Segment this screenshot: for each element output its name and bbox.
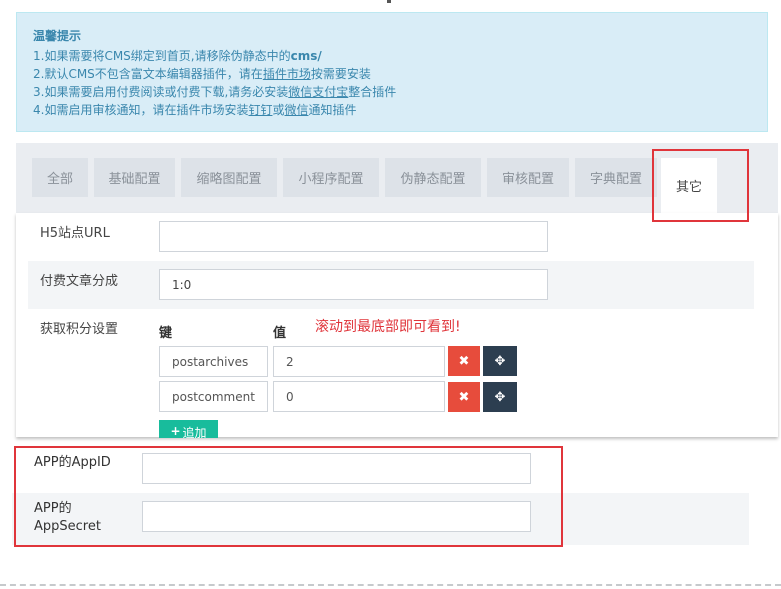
scroll-hint-annotation: 滚动到最底部即可看到! [315, 319, 461, 335]
tips-text: 3.如果需要启用付费阅读或付费下载,请务必安装 [33, 85, 289, 99]
value-column-header: 值 [273, 326, 287, 341]
tips-line-3: 3.如果需要启用付费阅读或付费下载,请务必安装微信支付宝整合插件 [33, 83, 751, 101]
tips-text: 整合插件 [348, 85, 397, 99]
tips-title: 温馨提示 [33, 29, 82, 43]
revenue-split-input[interactable]: 1:0 [159, 269, 548, 300]
delete-row-button[interactable]: ✖ [448, 382, 480, 412]
app-id-label: APP的AppID [34, 455, 111, 470]
tips-line-2: 2.默认CMS不包含富文本编辑器插件，请在插件市场按需要安装 [33, 65, 751, 83]
tips-text: 或 [272, 103, 285, 117]
close-icon: ✖ [458, 389, 470, 405]
tab-miniprogram-config[interactable]: 小程序配置 [283, 158, 379, 197]
tips-line-4: 4.如需启用审核通知，请在插件市场安装钉钉或微信通知插件 [33, 101, 751, 119]
wechat-alipay-link[interactable]: 微信支付宝 [288, 85, 348, 99]
score-value-input[interactable]: 2 [273, 346, 445, 377]
score-value-input[interactable]: 0 [273, 381, 445, 412]
app-settings-section: APP的AppID APP的 AppSecret [12, 443, 749, 545]
tab-review-config[interactable]: 审核配置 [487, 158, 569, 197]
plugin-market-link[interactable]: 插件市场 [263, 67, 311, 81]
drag-row-button[interactable]: ✥ [483, 382, 517, 412]
form-row-app-id: APP的AppID [12, 443, 749, 493]
close-icon: ✖ [458, 353, 470, 369]
revenue-split-label: 付费文章分成 [40, 274, 119, 289]
move-icon: ✥ [494, 389, 506, 405]
add-row-label: 追加 [182, 426, 207, 438]
plus-icon: + [170, 424, 181, 438]
app-id-input[interactable] [142, 453, 531, 484]
app-secret-label-line2: AppSecret [34, 519, 101, 534]
tab-dictionary-config[interactable]: 字典配置 [575, 158, 657, 197]
score-settings-label: 获取积分设置 [40, 322, 119, 337]
config-tabs: 全部 基础配置 缩略图配置 小程序配置 伪静态配置 审核配置 字典配置 其它 [16, 143, 778, 213]
tips-alert: 温馨提示 1.如果需要将CMS绑定到首页,请移除伪静态中的cms/ 2.默认CM… [16, 12, 768, 132]
wechat-link[interactable]: 微信 [284, 103, 308, 117]
tips-bold-text: cms/ [290, 49, 322, 63]
tab-thumbnail-config[interactable]: 缩略图配置 [181, 158, 277, 197]
form-row-h5-url: H5站点URL [28, 213, 754, 261]
tab-rewrite-config[interactable]: 伪静态配置 [385, 158, 481, 197]
add-row-button[interactable]: + 追加 [159, 420, 218, 438]
dingtalk-link[interactable]: 钉钉 [248, 103, 272, 117]
tab-basic-config[interactable]: 基础配置 [94, 158, 175, 197]
tips-text: 4.如需启用审核通知，请在插件市场安装 [33, 103, 249, 117]
tips-text: 按需要安装 [310, 67, 371, 81]
move-icon: ✥ [494, 353, 506, 369]
tips-text: 2.默认CMS不包含富文本编辑器插件，请在 [33, 67, 263, 81]
top-edge-marker [387, 0, 391, 3]
bottom-divider [0, 584, 781, 586]
app-secret-label-line1: APP的 [34, 501, 72, 516]
score-key-input[interactable]: postarchives [159, 346, 268, 377]
tips-text: 通知插件 [308, 103, 357, 117]
app-secret-label: APP的 AppSecret [34, 500, 101, 536]
tips-line-1: 1.如果需要将CMS绑定到首页,请移除伪静态中的cms/ [33, 47, 751, 65]
form-row-app-secret: APP的 AppSecret [12, 493, 749, 545]
app-secret-input[interactable] [142, 501, 531, 532]
config-form-panel: H5站点URL 付费文章分成 1:0 获取积分设置 键 值 postarchiv… [16, 213, 778, 438]
tab-all[interactable]: 全部 [32, 158, 88, 197]
drag-row-button[interactable]: ✥ [483, 346, 517, 376]
h5-url-label: H5站点URL [40, 226, 110, 241]
tips-text: 1.如果需要将CMS绑定到首页,请移除伪静态中的 [33, 49, 291, 63]
score-key-input[interactable]: postcomment [159, 381, 268, 412]
form-row-revenue-split: 付费文章分成 1:0 [28, 261, 754, 309]
delete-row-button[interactable]: ✖ [448, 346, 480, 376]
key-column-header: 键 [159, 326, 173, 341]
tab-other[interactable]: 其它 [661, 158, 717, 213]
h5-url-input[interactable] [159, 221, 548, 252]
